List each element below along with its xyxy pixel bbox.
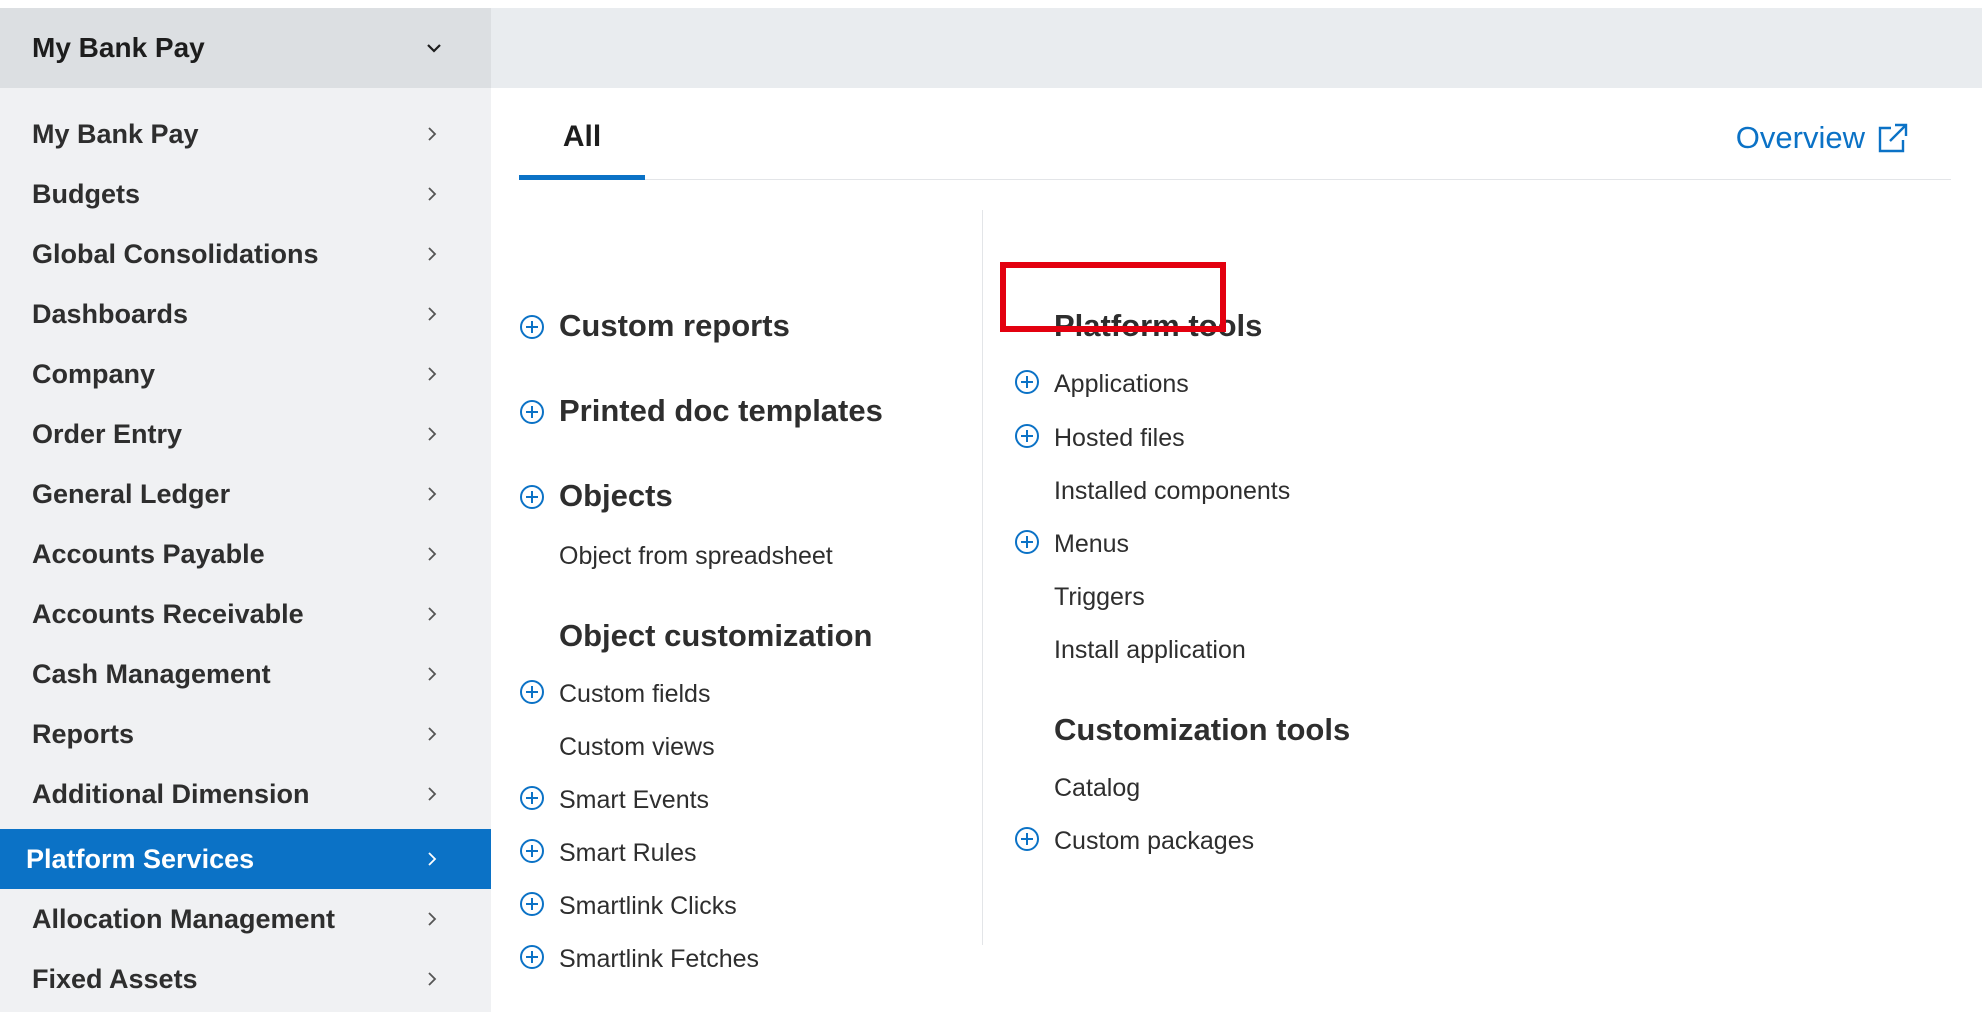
plus-circle-icon[interactable]: [519, 838, 545, 864]
chevron-right-icon: [428, 367, 437, 381]
sidebar-item-label: Platform Services: [26, 843, 255, 874]
plus-circle-icon[interactable]: [1014, 826, 1040, 852]
sidebar-item-label: Reports: [32, 718, 135, 749]
chevron-right-icon: [428, 487, 437, 501]
hosted-files-link[interactable]: Hosted files: [1054, 424, 1185, 453]
plus-circle-icon[interactable]: [519, 944, 545, 970]
sidebar-item-general-ledger[interactable]: General Ledger: [0, 464, 491, 524]
sidebar-item-label: General Ledger: [32, 478, 231, 509]
applications-link[interactable]: Applications: [1054, 370, 1189, 399]
objects-heading[interactable]: Objects: [559, 478, 673, 514]
install-application-link[interactable]: Install application: [1054, 636, 1246, 665]
highlight-box: [1000, 262, 1226, 332]
triggers-link[interactable]: Triggers: [1054, 583, 1145, 612]
chevron-right-icon: [428, 247, 437, 261]
sidebar-item-accounts-payable[interactable]: Accounts Payable: [0, 524, 491, 584]
catalog-link[interactable]: Catalog: [1054, 774, 1140, 803]
chevron-right-icon: [428, 187, 437, 201]
plus-circle-icon[interactable]: [519, 785, 545, 811]
sidebar-item-company[interactable]: Company: [0, 344, 491, 404]
sidebar-item-label: Global Consolidations: [32, 238, 319, 269]
sidebar-item-dashboards[interactable]: Dashboards: [0, 284, 491, 344]
menus-link[interactable]: Menus: [1054, 530, 1129, 559]
plus-circle-icon[interactable]: [519, 891, 545, 917]
sidebar-item-additional-dimension[interactable]: Additional Dimension: [0, 764, 491, 824]
object-customization-heading: Object customization: [559, 618, 873, 653]
chevron-right-icon: [428, 547, 437, 561]
sidebar-item-accounts-receivable[interactable]: Accounts Receivable: [0, 584, 491, 644]
sidebar-item-cash-management[interactable]: Cash Management: [0, 644, 491, 704]
top-bar: My Bank Pay: [0, 8, 1982, 88]
sidebar-item-platform-services[interactable]: Platform Services: [0, 829, 491, 889]
plus-circle-icon[interactable]: [1014, 423, 1040, 449]
sidebar-item-order-entry[interactable]: Order Entry: [0, 404, 491, 464]
tab-all[interactable]: All: [519, 88, 645, 180]
chevron-down-icon: [427, 44, 441, 53]
overview-link[interactable]: Overview: [1736, 120, 1911, 156]
overview-label: Overview: [1735, 120, 1865, 155]
tab-bar: All Overview: [519, 88, 1951, 180]
sidebar-item-label: Company: [32, 358, 156, 389]
chevron-right-icon: [428, 607, 437, 621]
smart-events-link[interactable]: Smart Events: [559, 786, 709, 815]
sidebar-item-global-consolidations[interactable]: Global Consolidations: [0, 224, 491, 284]
sidebar-item-reports[interactable]: Reports: [0, 704, 491, 764]
column-divider: [982, 210, 983, 945]
chevron-right-icon: [428, 667, 437, 681]
chevron-right-icon: [428, 852, 437, 866]
sidebar-item-budgets[interactable]: Budgets: [0, 164, 491, 224]
sidebar-item-label: Allocation Management: [32, 903, 336, 934]
chevron-right-icon: [428, 307, 437, 321]
sidebar-item-label: Accounts Receivable: [32, 598, 304, 629]
sidebar-item-label: Additional Dimension: [32, 778, 310, 809]
sidebar-item-label: Budgets: [32, 178, 140, 209]
chevron-right-icon: [428, 912, 437, 926]
smart-rules-link[interactable]: Smart Rules: [559, 839, 697, 868]
plus-circle-icon[interactable]: [519, 399, 545, 425]
installed-components-link[interactable]: Installed components: [1054, 477, 1290, 506]
sidebar-item-label: Dashboards: [32, 298, 189, 329]
customization-tools-heading: Customization tools: [1054, 712, 1351, 747]
sidebar-item-label: Fixed Assets: [32, 963, 198, 994]
chevron-right-icon: [428, 787, 437, 801]
plus-circle-icon[interactable]: [519, 679, 545, 705]
sidebar-item-my-bank-pay[interactable]: My Bank Pay: [0, 104, 491, 164]
custom-views-link[interactable]: Custom views: [559, 733, 715, 762]
smartlink-clicks-link[interactable]: Smartlink Clicks: [559, 892, 737, 921]
sidebar-item-label: Order Entry: [32, 418, 183, 449]
chevron-right-icon: [428, 727, 437, 741]
main-content: All Overview Custom reports Printed doc …: [491, 88, 1982, 1012]
sidebar-item-label: My Bank Pay: [32, 118, 199, 149]
custom-fields-link[interactable]: Custom fields: [559, 680, 710, 709]
sidebar-item-label: Cash Management: [32, 658, 271, 689]
app-switcher-title: My Bank Pay: [32, 32, 205, 63]
sidebar-item-allocation-management[interactable]: Allocation Management: [0, 889, 491, 949]
chevron-right-icon: [428, 972, 437, 986]
plus-circle-icon[interactable]: [519, 484, 545, 510]
object-from-spreadsheet-link[interactable]: Object from spreadsheet: [559, 542, 833, 571]
chevron-right-icon: [428, 127, 437, 141]
app-switcher[interactable]: My Bank Pay: [0, 8, 491, 88]
sidebar-item-fixed-assets[interactable]: Fixed Assets: [0, 949, 491, 1009]
external-link-icon: [1878, 123, 1908, 153]
plus-circle-icon[interactable]: [1014, 529, 1040, 555]
smartlink-fetches-link[interactable]: Smartlink Fetches: [559, 945, 759, 974]
custom-packages-link[interactable]: Custom packages: [1054, 827, 1254, 856]
plus-circle-icon[interactable]: [1014, 369, 1040, 395]
custom-reports-heading[interactable]: Custom reports: [559, 308, 790, 344]
sidebar-item-label: Accounts Payable: [32, 538, 265, 569]
chevron-right-icon: [428, 427, 437, 441]
plus-circle-icon[interactable]: [519, 314, 545, 340]
sidebar: My Bank Pay Budgets Global Consolidation…: [0, 88, 491, 1012]
printed-doc-templates-heading[interactable]: Printed doc templates: [559, 393, 883, 429]
